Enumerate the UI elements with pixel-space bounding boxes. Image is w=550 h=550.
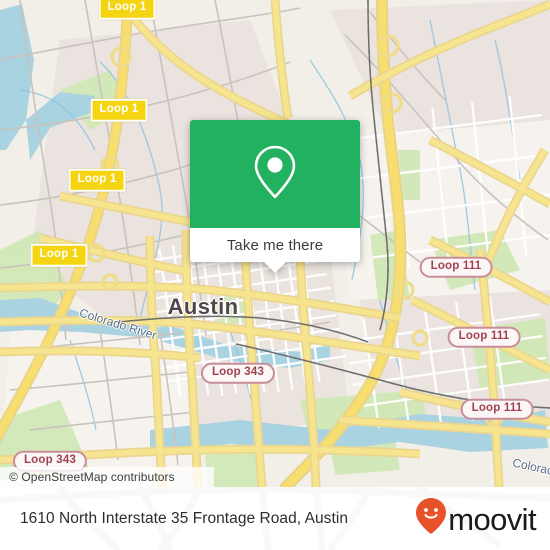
road-shield-loop-1[interactable]: Loop 1: [98, 0, 156, 20]
map-attribution[interactable]: © OpenStreetMap contributors: [0, 467, 214, 487]
address-label: 1610 North Interstate 35 Frontage Road, …: [20, 509, 349, 527]
popup-pointer-tail: [264, 262, 286, 273]
moovit-smiley-pin-icon: [415, 497, 447, 540]
road-shield-loop-1[interactable]: Loop 1: [90, 98, 148, 122]
road-shield-loop-111[interactable]: Loop 111: [447, 326, 521, 348]
road-shield-loop-343[interactable]: Loop 343: [200, 362, 276, 384]
take-me-there-button[interactable]: Take me there: [190, 228, 360, 262]
road-shield-loop-1[interactable]: Loop 1: [68, 168, 126, 192]
moovit-map-page: Austin Colorado River Colorado Ri Loop 1…: [0, 0, 550, 550]
attribution-text: © OpenStreetMap contributors: [9, 470, 175, 484]
map-canvas[interactable]: Austin Colorado River Colorado Ri Loop 1…: [0, 0, 550, 487]
road-shield-loop-1[interactable]: Loop 1: [30, 243, 88, 267]
road-shield-loop-111[interactable]: Loop 111: [460, 398, 534, 420]
moovit-wordmark: moovit: [448, 502, 536, 537]
location-popup-card[interactable]: Take me there: [190, 120, 360, 273]
take-me-there-label: Take me there: [226, 236, 324, 254]
bottom-info-bar: 1610 North Interstate 35 Frontage Road, …: [0, 487, 550, 550]
moovit-logo[interactable]: moovit: [415, 497, 537, 540]
map-pin-icon: [252, 144, 298, 205]
bottom-bar-content: 1610 North Interstate 35 Frontage Road, …: [0, 487, 550, 550]
road-shield-loop-111[interactable]: Loop 111: [419, 256, 493, 278]
place-label-austin: Austin: [167, 294, 239, 319]
popup-header: [190, 120, 360, 228]
